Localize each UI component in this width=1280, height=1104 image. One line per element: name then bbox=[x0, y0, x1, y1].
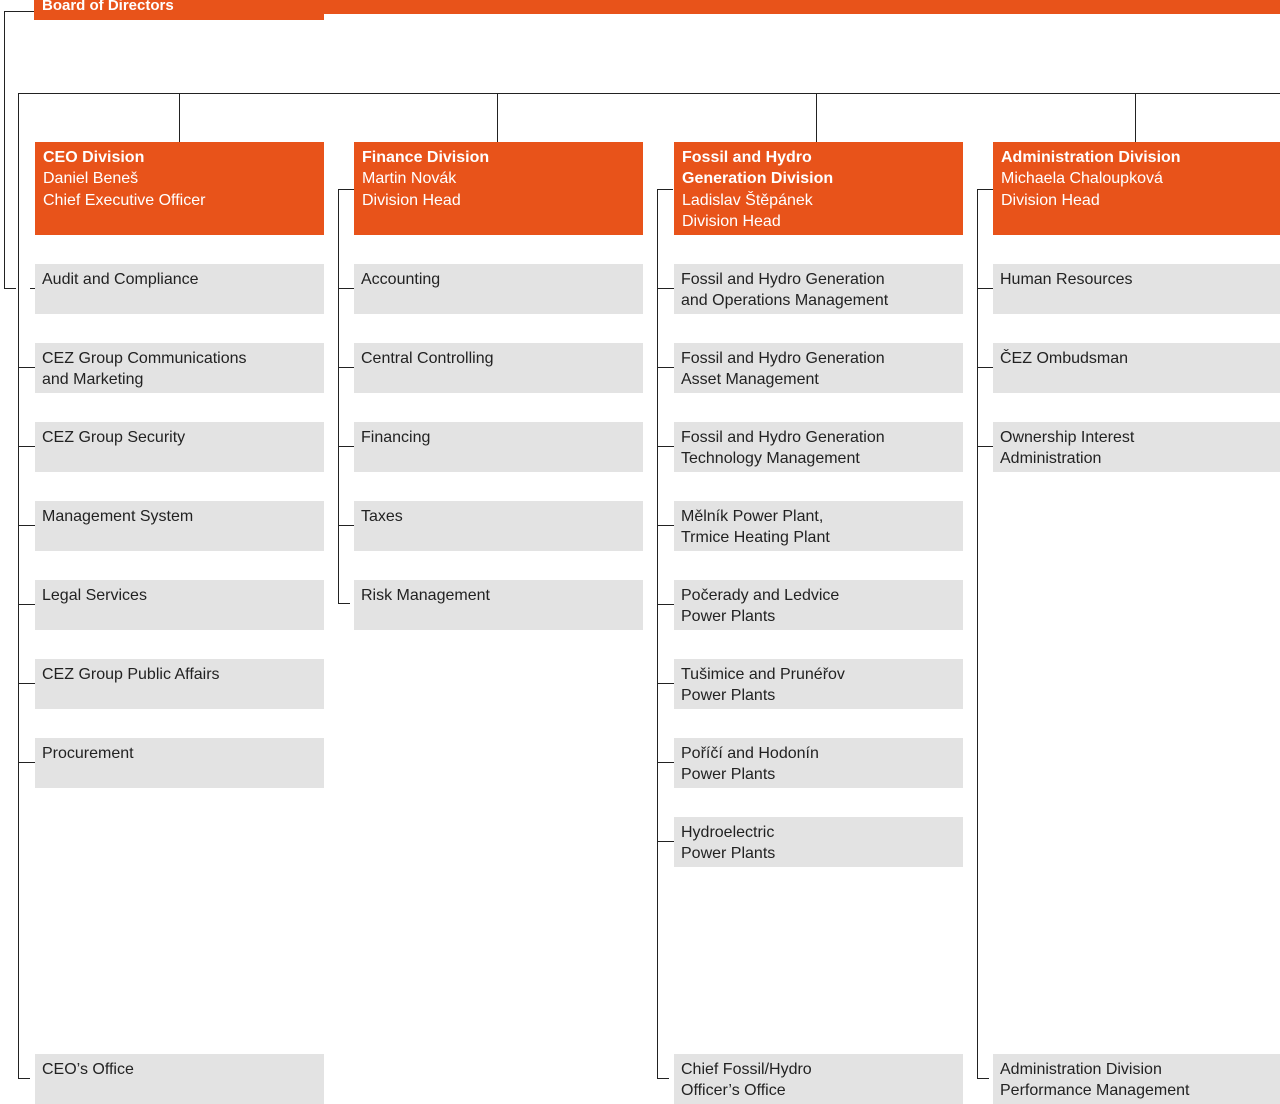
division-head-fossil-hydro: Fossil and Hydro Generation Division Lad… bbox=[674, 142, 963, 235]
division-role: Division Head bbox=[682, 212, 781, 230]
finance-spine-end bbox=[338, 603, 350, 604]
unit-box: Legal Services bbox=[35, 580, 324, 630]
tick bbox=[338, 525, 354, 526]
tick bbox=[977, 446, 993, 447]
unit-box: Chief Fossil/Hydro Officer’s Office bbox=[674, 1054, 963, 1104]
unit-box: Tušimice and Prunéřov Power Plants bbox=[674, 659, 963, 709]
tick bbox=[657, 604, 674, 605]
tick bbox=[657, 288, 674, 289]
board-left-vertical bbox=[4, 11, 5, 288]
finance-spine bbox=[338, 189, 339, 603]
unit-box: Taxes bbox=[354, 501, 643, 551]
unit-box: Audit and Compliance bbox=[35, 264, 324, 314]
division-person: Daniel Beneš bbox=[43, 170, 139, 188]
admin-spine-end bbox=[977, 1078, 989, 1079]
unit-box: Fossil and Hydro Generation Technology M… bbox=[674, 422, 963, 472]
unit-box: Fossil and Hydro Generation Asset Manage… bbox=[674, 343, 963, 393]
division-head-finance: Finance Division Martin Novák Division H… bbox=[354, 142, 643, 235]
tick bbox=[657, 525, 674, 526]
division-role: Chief Executive Officer bbox=[43, 191, 206, 209]
tick bbox=[18, 446, 35, 447]
division-role: Division Head bbox=[362, 191, 461, 209]
division-title: Fossil and Hydro Generation Division bbox=[682, 149, 834, 188]
unit-box: ČEZ Ombudsman bbox=[993, 343, 1280, 393]
ceo-drop-connector bbox=[179, 93, 180, 142]
tick bbox=[657, 446, 674, 447]
unit-box: Risk Management bbox=[354, 580, 643, 630]
board-title: Board of Directors bbox=[42, 0, 174, 14]
admin-spine-top bbox=[977, 189, 993, 190]
board-to-audit-connector bbox=[4, 288, 16, 289]
ceo-spine bbox=[18, 93, 19, 1078]
admin-spine bbox=[977, 189, 978, 1078]
main-horizontal-connector bbox=[18, 93, 1280, 94]
unit-box: Management System bbox=[35, 501, 324, 551]
fossil-spine bbox=[657, 189, 658, 1078]
unit-box: Ownership Interest Administration bbox=[993, 422, 1280, 472]
tick bbox=[657, 762, 674, 763]
division-title: CEO Division bbox=[43, 149, 145, 166]
unit-box: Procurement bbox=[35, 738, 324, 788]
division-role: Division Head bbox=[1001, 191, 1100, 209]
unit-box: Fossil and Hydro Generation and Operatio… bbox=[674, 264, 963, 314]
unit-box: Financing bbox=[354, 422, 643, 472]
admin-drop-connector bbox=[1135, 93, 1136, 142]
tick bbox=[18, 367, 35, 368]
unit-box: Human Resources bbox=[993, 264, 1280, 314]
tick bbox=[977, 288, 993, 289]
unit-box: CEZ Group Communications and Marketing bbox=[35, 343, 324, 393]
fossil-spine-top bbox=[657, 189, 673, 190]
tick bbox=[338, 446, 354, 447]
tick bbox=[18, 762, 35, 763]
fossil-drop-connector bbox=[816, 93, 817, 142]
division-person: Martin Novák bbox=[362, 170, 457, 188]
unit-box: Administration Division Performance Mana… bbox=[993, 1054, 1280, 1104]
unit-box: Accounting bbox=[354, 264, 643, 314]
unit-box: Hydroelectric Power Plants bbox=[674, 817, 963, 867]
division-person: Michaela Chaloupková bbox=[1001, 170, 1163, 188]
division-title: Administration Division bbox=[1001, 149, 1181, 166]
finance-drop-connector bbox=[497, 93, 498, 142]
unit-box: Mělník Power Plant, Trmice Heating Plant bbox=[674, 501, 963, 551]
tick bbox=[18, 683, 35, 684]
ceo-spine-end bbox=[18, 1078, 30, 1079]
unit-box: Central Controlling bbox=[354, 343, 643, 393]
fossil-spine-end bbox=[657, 1078, 669, 1079]
unit-box: CEZ Group Public Affairs bbox=[35, 659, 324, 709]
division-person: Ladislav Štěpánek bbox=[682, 191, 813, 209]
division-head-administration: Administration Division Michaela Chaloup… bbox=[993, 142, 1280, 235]
tick bbox=[18, 604, 35, 605]
division-head-ceo: CEO Division Daniel Beneš Chief Executiv… bbox=[35, 142, 324, 235]
tick bbox=[18, 525, 35, 526]
unit-box: CEO’s Office bbox=[35, 1054, 324, 1104]
unit-box: CEZ Group Security bbox=[35, 422, 324, 472]
tick bbox=[338, 367, 354, 368]
tick bbox=[338, 288, 354, 289]
unit-box: Počerady and Ledvice Power Plants bbox=[674, 580, 963, 630]
unit-box: Poříčí and Hodonín Power Plants bbox=[674, 738, 963, 788]
division-title: Finance Division bbox=[362, 149, 490, 166]
tick bbox=[977, 367, 993, 368]
finance-spine-top bbox=[338, 189, 354, 190]
tick bbox=[30, 288, 35, 289]
board-left-stub bbox=[4, 11, 34, 12]
tick bbox=[657, 841, 674, 842]
board-bar-cutout bbox=[324, 14, 1280, 22]
tick bbox=[657, 683, 674, 684]
tick bbox=[657, 367, 674, 368]
